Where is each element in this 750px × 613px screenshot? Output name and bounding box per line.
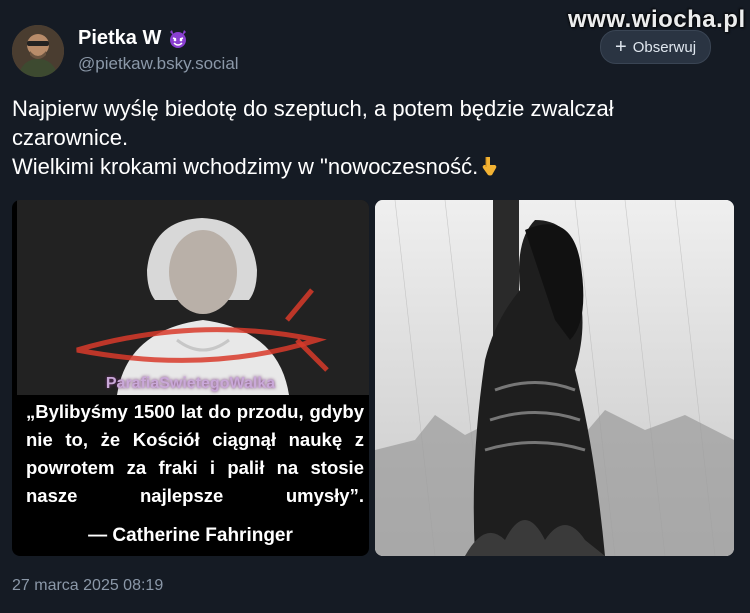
- post-text-line-2-text: Wielkimi krokami wchodzimy w "nowoczesno…: [12, 154, 479, 179]
- woman-at-stake-illustration: [375, 200, 734, 556]
- author-display-name[interactable]: Pietka W: [78, 27, 161, 50]
- author-handle[interactable]: @pietkaw.bsky.social: [78, 54, 239, 74]
- post-image-quote[interactable]: ParafiaSwietegoWalka „Bylibyśmy 1500 lat…: [12, 200, 369, 556]
- portrait-photo: [17, 200, 369, 395]
- quote-author: — Catherine Fahringer: [88, 525, 293, 546]
- post-text-line-1: Najpierw wyślę biedotę do szeptuch, a po…: [12, 96, 614, 150]
- post-text-line-2: Wielkimi krokami wchodzimy w "nowoczesno…: [12, 152, 732, 181]
- post-timestamp[interactable]: 27 marca 2025 08:19: [12, 577, 163, 595]
- follow-button-label: Obserwuj: [632, 38, 697, 56]
- post-text: Najpierw wyślę biedotę do szeptuch, a po…: [12, 94, 732, 181]
- pointing-down-emoji-icon: [478, 155, 500, 177]
- parafia-label: ParafiaSwietegoWalka: [105, 375, 276, 392]
- plus-icon: +: [615, 36, 627, 58]
- quote-text: „Bylibyśmy 1500 lat do przodu, gdyby nie…: [26, 401, 364, 506]
- follow-button[interactable]: + Obserwuj: [600, 30, 712, 64]
- avatar[interactable]: [12, 25, 64, 77]
- post-image-illustration[interactable]: [375, 200, 734, 556]
- devil-emoji-icon: [167, 28, 189, 50]
